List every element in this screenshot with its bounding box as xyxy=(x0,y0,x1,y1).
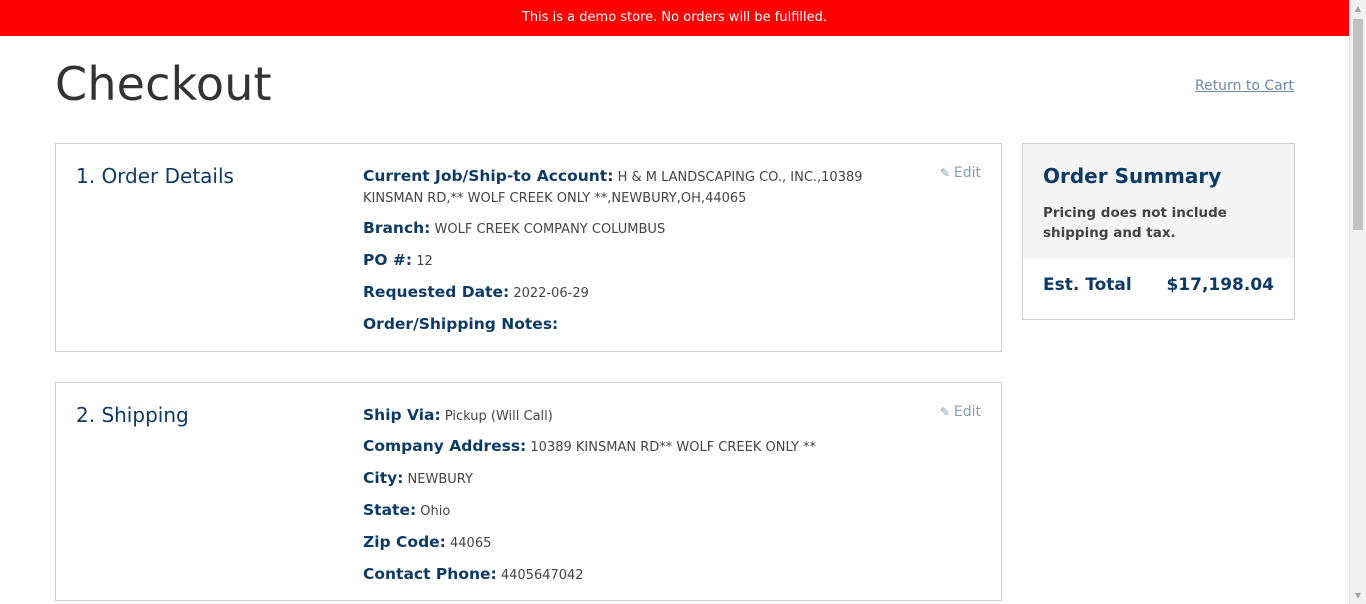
pencil-icon: ✎ xyxy=(939,166,950,180)
edit-label: Edit xyxy=(953,165,981,181)
field-contact-phone: Contact Phone: 4405647042 xyxy=(363,564,923,586)
field-label: Contact Phone: xyxy=(363,565,497,583)
field-value: Ohio xyxy=(420,504,451,519)
edit-shipping-button[interactable]: ✎ Edit xyxy=(940,404,981,420)
pencil-icon: ✎ xyxy=(939,405,950,419)
page-scrollbar[interactable]: ▲ ▼ xyxy=(1349,0,1366,604)
field-ship-to-account: Current Job/Ship-to Account: H & M LANDS… xyxy=(363,166,923,209)
field-label: Zip Code: xyxy=(363,533,446,551)
field-label: City: xyxy=(363,469,404,487)
order-details-panel: 1. Order Details Current Job/Ship-to Acc… xyxy=(55,143,1002,352)
field-company-address: Company Address: 10389 KINSMAN RD** WOLF… xyxy=(363,436,923,458)
field-po-number: PO #: 12 xyxy=(363,250,923,272)
field-value: 4405647042 xyxy=(500,568,584,583)
field-requested-date: Requested Date: 2022-06-29 xyxy=(363,282,923,304)
order-details-fields: Current Job/Ship-to Account: H & M LANDS… xyxy=(363,166,923,336)
field-label: Order/Shipping Notes: xyxy=(363,315,559,333)
field-label: Branch: xyxy=(363,219,431,237)
order-summary-title: Order Summary xyxy=(1043,164,1222,188)
scroll-up-arrow-icon[interactable]: ▲ xyxy=(1350,0,1366,17)
field-label: Requested Date: xyxy=(363,283,510,301)
field-value: NEWBURY xyxy=(407,472,473,487)
shipping-heading: 2. Shipping xyxy=(76,403,189,427)
field-ship-via: Ship Via: Pickup (Will Call) xyxy=(363,405,923,427)
order-summary-panel: Order Summary Pricing does not include s… xyxy=(1022,143,1295,320)
field-value: 12 xyxy=(416,254,433,269)
field-value: 10389 KINSMAN RD** WOLF CREEK ONLY ** xyxy=(530,440,817,455)
scroll-down-arrow-icon[interactable]: ▼ xyxy=(1350,587,1366,604)
order-summary-header: Order Summary Pricing does not include s… xyxy=(1023,144,1294,258)
field-value: WOLF CREEK COMPANY COLUMBUS xyxy=(434,222,666,237)
field-label: Company Address: xyxy=(363,437,527,455)
order-details-heading: 1. Order Details xyxy=(76,164,234,188)
field-label: State: xyxy=(363,501,417,519)
est-total-value: $17,198.04 xyxy=(1166,275,1274,295)
edit-label: Edit xyxy=(953,404,981,420)
field-state: State: Ohio xyxy=(363,500,923,522)
field-city: City: NEWBURY xyxy=(363,468,923,490)
field-label: Current Job/Ship-to Account: xyxy=(363,167,614,185)
est-total-label: Est. Total xyxy=(1043,275,1132,295)
field-value: Pickup (Will Call) xyxy=(444,409,553,424)
return-to-cart-link[interactable]: Return to Cart xyxy=(1195,78,1294,94)
field-label: PO #: xyxy=(363,251,413,269)
shipping-fields: Ship Via: Pickup (Will Call) Company Add… xyxy=(363,405,923,586)
field-order-notes: Order/Shipping Notes: xyxy=(363,314,923,336)
page-title: Checkout xyxy=(55,57,272,111)
edit-order-details-button[interactable]: ✎ Edit xyxy=(940,165,981,181)
scrollbar-thumb[interactable] xyxy=(1353,19,1363,230)
pricing-note: Pricing does not include shipping and ta… xyxy=(1043,205,1227,241)
field-label: Ship Via: xyxy=(363,406,441,424)
field-branch: Branch: WOLF CREEK COMPANY COLUMBUS xyxy=(363,218,923,240)
shipping-panel: 2. Shipping Ship Via: Pickup (Will Call)… xyxy=(55,382,1002,601)
field-value: 2022-06-29 xyxy=(513,286,589,301)
field-zip-code: Zip Code: 44065 xyxy=(363,532,923,554)
field-value: 44065 xyxy=(450,536,492,551)
demo-store-banner: This is a demo store. No orders will be … xyxy=(0,0,1349,36)
